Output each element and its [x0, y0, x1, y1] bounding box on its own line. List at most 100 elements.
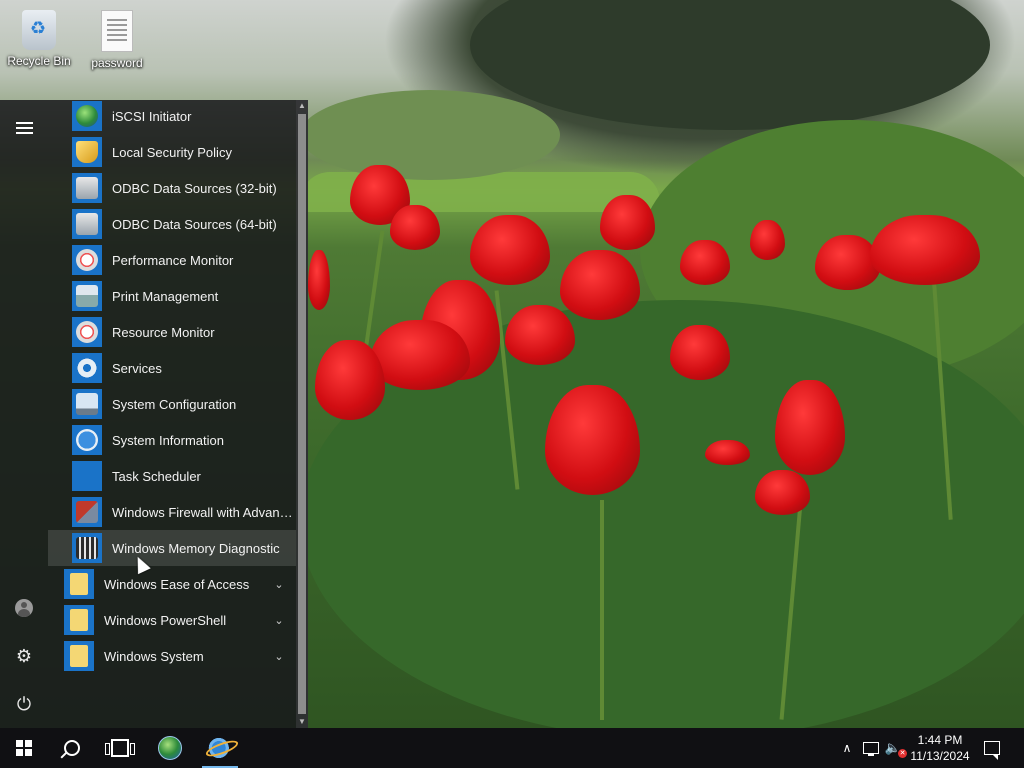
app-item-print-management[interactable]: Print Management [48, 278, 296, 314]
tulip-flower [705, 440, 750, 465]
app-item-label: ODBC Data Sources (32-bit) [112, 180, 277, 196]
app-item-task-scheduler[interactable]: Task Scheduler [48, 458, 296, 494]
tulip-flower [560, 250, 640, 320]
folder-windows-system[interactable]: Windows System ⌄ [48, 638, 296, 674]
gears-icon [76, 357, 98, 379]
tulip-flower [505, 305, 575, 365]
power-icon: ⏻ [16, 693, 32, 714]
app-item-windows-firewall[interactable]: Windows Firewall with Advanced Security [48, 494, 296, 530]
power-button[interactable]: ⏻ [0, 682, 48, 726]
network-icon [863, 742, 879, 756]
tulip-stem [600, 500, 604, 720]
tulip-flower [600, 195, 655, 250]
windows-logo-icon [16, 740, 32, 756]
folder-icon [70, 645, 88, 667]
app-tile [72, 209, 102, 239]
folder-label: Windows PowerShell [104, 612, 227, 628]
tulip-flower [545, 385, 640, 495]
start-menu: ⚙ ⏻ iSCSI Initiator Local Security Polic… [0, 100, 308, 728]
app-tile [72, 101, 102, 131]
tulip-flower [680, 240, 730, 285]
start-button[interactable] [0, 728, 48, 768]
network-button[interactable] [860, 728, 882, 768]
scrollbar-thumb[interactable] [298, 114, 306, 714]
app-item-windows-memory-diagnostic[interactable]: Windows Memory Diagnostic [48, 530, 296, 566]
taskbar: ∧ 🔈 ✕ 1:44 PM 11/13/2024 [0, 728, 1024, 768]
scroll-up-icon[interactable]: ▲ [296, 100, 308, 112]
start-menu-rail: ⚙ ⏻ [0, 100, 48, 728]
app-item-iscsi-initiator[interactable]: iSCSI Initiator [48, 100, 296, 134]
app-tile [72, 533, 102, 563]
app-item-resource-monitor[interactable]: Resource Monitor [48, 314, 296, 350]
tulip-flower [775, 380, 845, 475]
app-item-services[interactable]: Services [48, 350, 296, 386]
app-item-system-configuration[interactable]: System Configuration [48, 386, 296, 422]
taskbar-app-internet-explorer[interactable] [196, 728, 244, 768]
info-icon [76, 429, 98, 451]
action-center-button[interactable] [978, 728, 1006, 768]
app-item-label: Task Scheduler [112, 468, 201, 484]
desktop-icon-label: password [91, 56, 143, 70]
taskbar-clock[interactable]: 1:44 PM 11/13/2024 [904, 728, 976, 768]
app-item-label: ODBC Data Sources (64-bit) [112, 216, 277, 232]
app-tile [72, 245, 102, 275]
folder-windows-powershell[interactable]: Windows PowerShell ⌄ [48, 602, 296, 638]
task-view-icon [105, 739, 135, 757]
app-item-label: Performance Monitor [112, 252, 234, 268]
folder-icon [70, 573, 88, 595]
app-item-label: Print Management [112, 288, 219, 304]
app-list-scrollbar[interactable]: ▲ ▼ [296, 100, 308, 728]
app-tile [64, 641, 94, 671]
tulip-flower [670, 325, 730, 380]
app-item-label: Windows Memory Diagnostic [112, 540, 280, 556]
text-document-icon [101, 10, 133, 52]
settings-button[interactable]: ⚙ [0, 634, 48, 678]
security-policy-icon [76, 141, 98, 163]
chevron-up-icon: ∧ [842, 741, 852, 755]
app-tile [72, 425, 102, 455]
search-button[interactable] [48, 728, 96, 768]
wallpaper-tree-canopy [470, 0, 990, 130]
app-list: iSCSI Initiator Local Security Policy OD… [48, 100, 296, 728]
scroll-down-icon[interactable]: ▼ [296, 716, 308, 728]
tulip-flower [755, 470, 810, 515]
app-item-performance-monitor[interactable]: Performance Monitor [48, 242, 296, 278]
chevron-down-icon: ⌄ [274, 614, 284, 627]
expand-menu-button[interactable] [0, 106, 48, 150]
wallpaper-bush [300, 90, 560, 180]
printer-icon [76, 285, 98, 307]
user-account-icon [15, 599, 33, 617]
tulip-flower [308, 250, 330, 310]
app-item-system-information[interactable]: System Information [48, 422, 296, 458]
app-item-local-security-policy[interactable]: Local Security Policy [48, 134, 296, 170]
show-hidden-icons-button[interactable]: ∧ [836, 728, 858, 768]
clock-time: 1:44 PM [917, 733, 963, 747]
app-tile [72, 317, 102, 347]
tulip-flower [870, 215, 980, 285]
app-item-label: iSCSI Initiator [112, 108, 192, 124]
desktop-icon-recycle-bin[interactable]: Recycle Bin [1, 10, 77, 68]
hamburger-menu-icon [15, 122, 33, 134]
volume-button[interactable]: 🔈 ✕ [882, 728, 908, 768]
folder-windows-ease-of-access[interactable]: Windows Ease of Access ⌄ [48, 566, 296, 602]
globe-icon [158, 736, 182, 760]
tulip-flower [315, 340, 385, 420]
chevron-down-icon: ⌄ [274, 650, 284, 663]
taskbar-app-iscsi[interactable] [146, 728, 194, 768]
folder-icon [70, 609, 88, 631]
firewall-icon [76, 501, 98, 523]
tulip-flower [750, 220, 785, 260]
app-item-odbc-32[interactable]: ODBC Data Sources (32-bit) [48, 170, 296, 206]
globe-icon [76, 105, 98, 127]
memory-chip-icon [76, 537, 98, 559]
folder-label: Windows Ease of Access [104, 576, 250, 592]
user-account-button[interactable] [0, 586, 48, 630]
database-icon [76, 177, 98, 199]
app-item-label: Resource Monitor [112, 324, 215, 340]
gauge-icon [76, 321, 98, 343]
app-tile [72, 353, 102, 383]
desktop-icon-password[interactable]: password [79, 10, 155, 70]
task-view-button[interactable] [96, 728, 144, 768]
app-item-odbc-64[interactable]: ODBC Data Sources (64-bit) [48, 206, 296, 242]
app-tile [64, 569, 94, 599]
